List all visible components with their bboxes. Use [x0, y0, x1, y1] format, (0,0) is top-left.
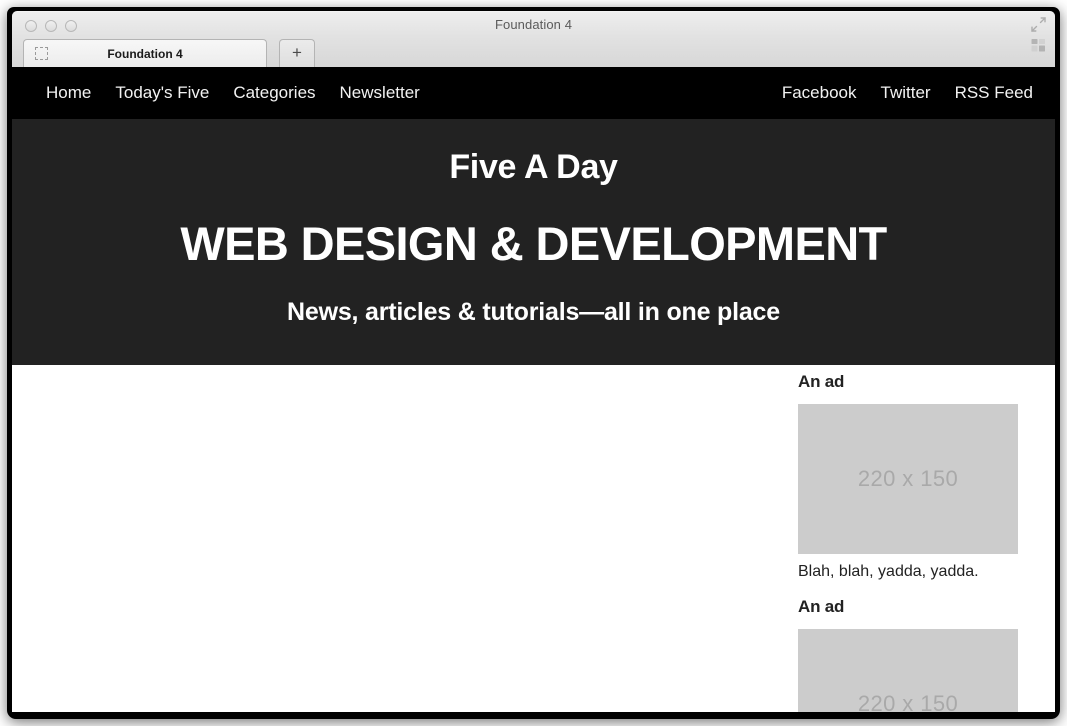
social-nav-group: Facebook Twitter RSS Feed — [770, 83, 1033, 103]
ad-heading: An ad — [798, 372, 845, 392]
page-viewport: Home Today's Five Categories Newsletter … — [12, 67, 1055, 712]
hero-kicker: Five A Day — [449, 148, 618, 186]
hero-subtitle: News, articles & tutorials—all in one pl… — [287, 298, 780, 327]
nav-item-todays-five[interactable]: Today's Five — [103, 83, 221, 103]
ad-block: An ad 220 x 150 Blah, blah, yadda, yadda… — [798, 372, 1055, 581]
ad-placeholder-label: 220 x 150 — [857, 466, 959, 492]
tab-strip: Foundation 4 + — [12, 35, 1055, 67]
new-tab-button[interactable]: + — [279, 39, 315, 67]
ad-caption: Blah, blah, yadda, yadda. — [798, 563, 979, 581]
primary-nav-group: Home Today's Five Categories Newsletter — [46, 83, 432, 103]
browser-tab-active[interactable]: Foundation 4 — [23, 39, 267, 67]
ad-image-placeholder[interactable]: 220 x 150 — [798, 404, 1018, 555]
hero-banner: Five A Day WEB DESIGN & DEVELOPMENT News… — [12, 119, 1055, 366]
ad-image-placeholder[interactable]: 220 x 150 — [798, 629, 1018, 712]
ad-block: An ad 220 x 150 — [798, 597, 1055, 712]
nav-item-categories[interactable]: Categories — [221, 83, 327, 103]
ad-placeholder-label: 220 x 150 — [857, 691, 959, 712]
ad-heading: An ad — [798, 597, 845, 617]
window-title: Foundation 4 — [494, 17, 573, 32]
tab-favicon-placeholder-icon — [35, 47, 48, 60]
nav-item-twitter[interactable]: Twitter — [869, 83, 943, 103]
fullscreen-icon[interactable] — [1030, 16, 1047, 33]
nav-item-newsletter[interactable]: Newsletter — [328, 83, 432, 103]
browser-tab-label: Foundation 4 — [107, 46, 183, 61]
page-body: An ad 220 x 150 Blah, blah, yadda, yadda… — [12, 365, 1055, 712]
desktop-background: Foundation 4 Foundation 4 + Home Today's… — [0, 0, 1067, 726]
nav-item-home[interactable]: Home — [46, 83, 103, 103]
main-content-column — [12, 365, 798, 712]
site-navigation-bar: Home Today's Five Categories Newsletter … — [12, 67, 1055, 119]
sidebar-column: An ad 220 x 150 Blah, blah, yadda, yadda… — [798, 365, 1055, 712]
hero-title: WEB DESIGN & DEVELOPMENT — [180, 216, 887, 270]
nav-item-facebook[interactable]: Facebook — [770, 83, 869, 103]
browser-window: Foundation 4 Foundation 4 + Home Today's… — [7, 7, 1060, 719]
nav-item-rss-feed[interactable]: RSS Feed — [943, 83, 1033, 103]
